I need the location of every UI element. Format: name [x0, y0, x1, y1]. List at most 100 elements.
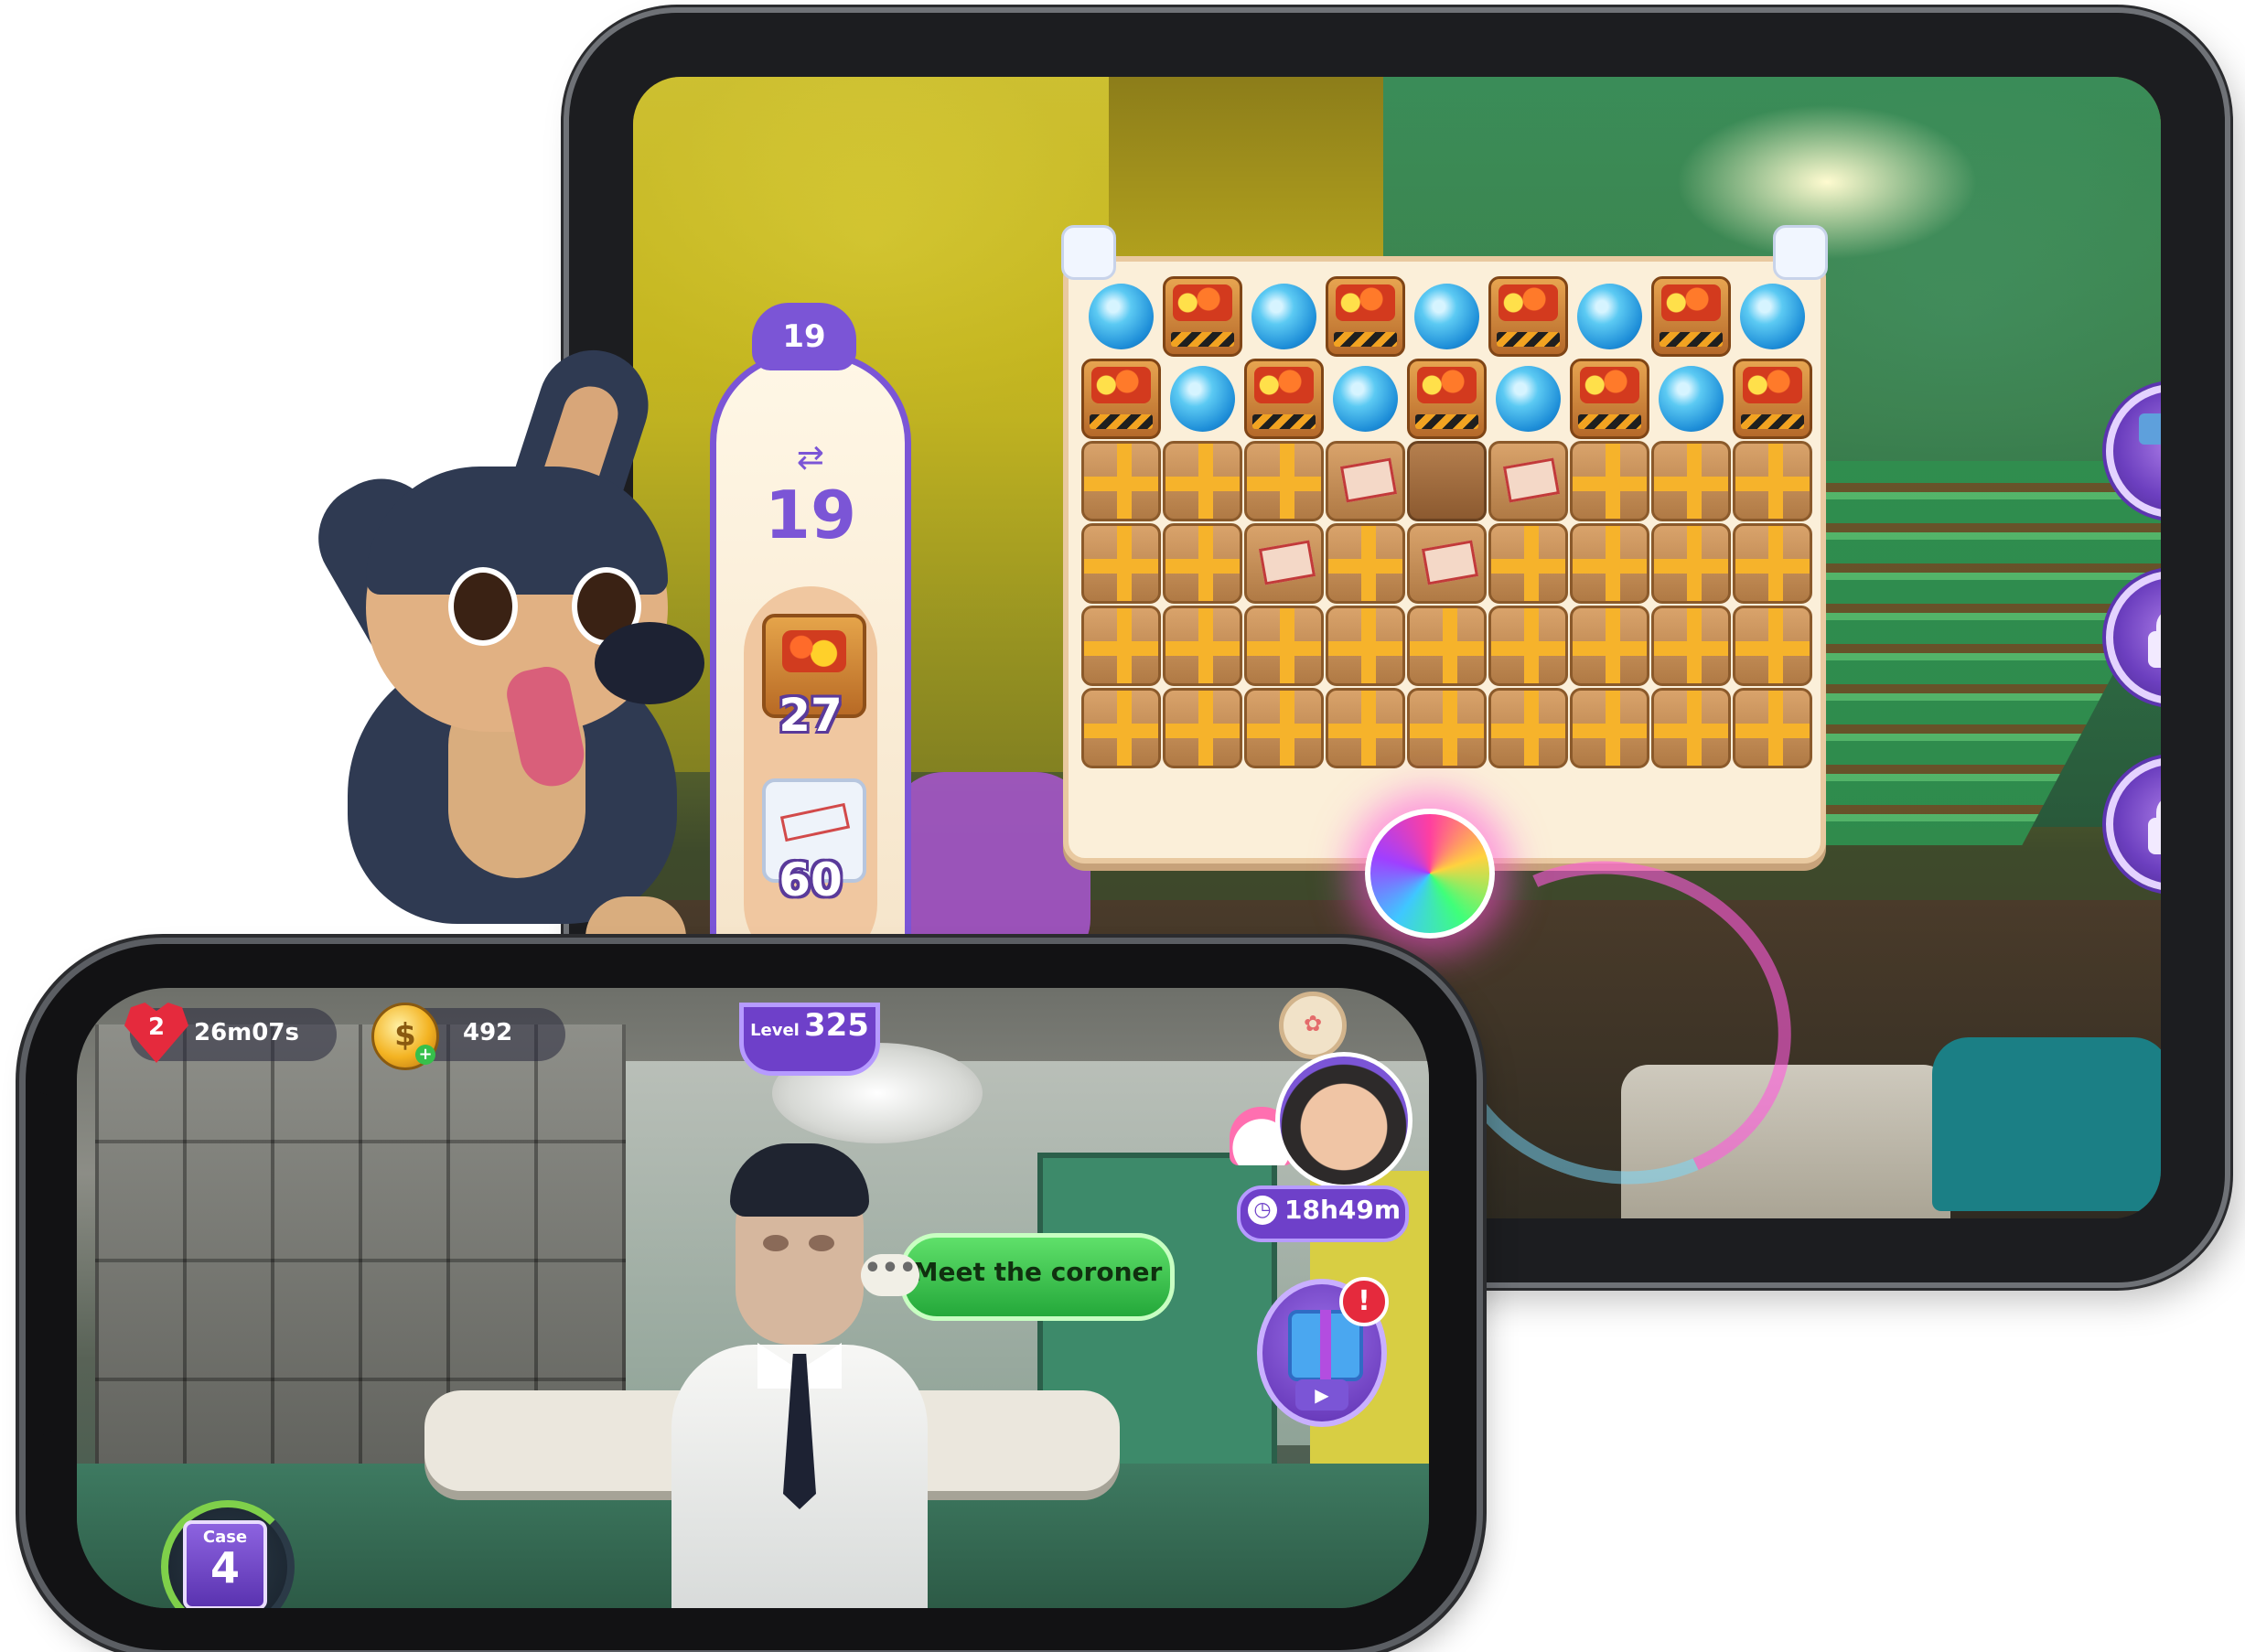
balloon-tile[interactable]: [1333, 366, 1398, 432]
taped-box-tile[interactable]: [1163, 441, 1242, 521]
taped-box-tile[interactable]: [1081, 688, 1161, 768]
firework-crate-tile[interactable]: [1163, 276, 1242, 357]
balloon-tile[interactable]: [1170, 366, 1235, 432]
phone-notch: [26, 1090, 77, 1438]
coroner-hair: [730, 1143, 869, 1217]
balloon-tile[interactable]: [1089, 284, 1154, 349]
case-file-icon: [1773, 225, 1828, 280]
taped-box-tile[interactable]: [1244, 606, 1324, 686]
taped-box-tile[interactable]: [1163, 523, 1242, 604]
lives-count: 2: [147, 1014, 166, 1041]
taped-box-tile[interactable]: [1733, 688, 1812, 768]
event-timer-text: 18h49m: [1284, 1195, 1402, 1225]
balloon-tile[interactable]: [1251, 284, 1316, 349]
plus-icon[interactable]: +: [415, 1045, 435, 1065]
dog-mascot: [298, 336, 732, 988]
firework-crate-tile[interactable]: [1407, 359, 1487, 439]
taped-box-tile[interactable]: [1244, 688, 1324, 768]
match3-board: [1061, 225, 1828, 864]
taped-box-tile[interactable]: [1244, 441, 1324, 521]
balloon-tile[interactable]: [1414, 284, 1479, 349]
lock-icon: [2148, 609, 2161, 668]
dialogue-text: Meet the coroner: [912, 1257, 1163, 1287]
case-file-icon: [1061, 225, 1116, 280]
lives-timer: 26m07s: [194, 1019, 299, 1046]
case-file-box-tile[interactable]: [1488, 441, 1568, 521]
taped-box-tile[interactable]: [1081, 441, 1161, 521]
dog-snout: [595, 622, 704, 704]
taped-box-tile[interactable]: [1326, 523, 1405, 604]
taped-box-tile[interactable]: [1570, 606, 1649, 686]
background-chair: [889, 772, 1090, 973]
balloon-tile[interactable]: [1496, 366, 1561, 432]
case-file-box-tile[interactable]: [1326, 441, 1405, 521]
taped-box-tile[interactable]: [1570, 441, 1649, 521]
taped-box-tile[interactable]: [1733, 441, 1812, 521]
taped-box-tile[interactable]: [1407, 688, 1487, 768]
swap-arrows-icon: ⇄: [796, 439, 825, 477]
taped-box-tile[interactable]: [1651, 688, 1731, 768]
taped-box-tile[interactable]: [1651, 441, 1731, 521]
typing-dots-icon: •••: [861, 1254, 919, 1296]
firework-crate-tile[interactable]: [1651, 276, 1731, 357]
hammer-icon: [2139, 413, 2161, 488]
taped-box-tile[interactable]: [1570, 523, 1649, 604]
firework-crate-tile[interactable]: [1244, 359, 1324, 439]
coroner-eye: [763, 1235, 789, 1251]
taped-box-tile[interactable]: [1081, 606, 1161, 686]
lock-icon: [2148, 796, 2161, 854]
balloon-tile[interactable]: [1577, 284, 1642, 349]
taped-box-tile[interactable]: [1488, 606, 1568, 686]
goals-list: 27 60: [744, 586, 877, 971]
event-timer: ◷ 18h49m: [1237, 1185, 1409, 1242]
taped-box-tile[interactable]: [1163, 606, 1242, 686]
coroner-eye: [809, 1235, 834, 1251]
goal-panel: 19 ⇄ 19 27 60: [710, 303, 911, 1004]
firework-crate-tile[interactable]: [1488, 276, 1568, 357]
taped-box-tile[interactable]: [1163, 688, 1242, 768]
firework-crate-tile[interactable]: [1733, 359, 1812, 439]
rainbow-ball-icon[interactable]: [1365, 809, 1495, 939]
taped-box-tile[interactable]: [1651, 606, 1731, 686]
firework-crate-tile[interactable]: [1081, 359, 1161, 439]
gift-video-button[interactable]: ▶ !: [1257, 1277, 1389, 1427]
clock-icon: ◷: [1248, 1196, 1277, 1225]
balloon-tile[interactable]: [1740, 284, 1805, 349]
coins-display[interactable]: $ + 492: [371, 1003, 565, 1070]
firework-crate-tile[interactable]: [1326, 276, 1405, 357]
decoration-icon[interactable]: ✿: [1279, 992, 1347, 1059]
taped-box-tile[interactable]: [1733, 523, 1812, 604]
taped-box-tile[interactable]: [1407, 606, 1487, 686]
story-game-screen: 2 26m07s $ + 492 Level 325 ✿ ••• Meet th…: [77, 988, 1429, 1608]
level-number: 325: [803, 1007, 869, 1044]
level-button[interactable]: Level 325: [739, 1003, 880, 1076]
level-badge: 19: [752, 303, 856, 370]
level-label: Level: [750, 1021, 800, 1040]
lives-display[interactable]: 2 26m07s: [124, 1003, 337, 1063]
event-character-avatar[interactable]: [1275, 1052, 1413, 1189]
background-sofa: [1932, 1037, 2161, 1211]
case-book-icon: Case 4: [183, 1520, 267, 1608]
taped-box-tile[interactable]: [1081, 523, 1161, 604]
firework-crate-tile[interactable]: [1570, 359, 1649, 439]
taped-box-tile[interactable]: [1488, 523, 1568, 604]
alert-badge-icon: !: [1339, 1277, 1389, 1326]
goal-count: 27: [779, 689, 843, 742]
case-file-box-tile[interactable]: [1244, 523, 1324, 604]
balloon-tile[interactable]: [1659, 366, 1724, 432]
empty-box-tile[interactable]: [1407, 441, 1487, 521]
case-file-box-tile[interactable]: [1407, 523, 1487, 604]
taped-box-tile[interactable]: [1326, 688, 1405, 768]
taped-box-tile[interactable]: [1651, 523, 1731, 604]
taped-box-tile[interactable]: [1488, 688, 1568, 768]
taped-box-tile[interactable]: [1733, 606, 1812, 686]
dialogue-bubble[interactable]: ••• Meet the coroner: [861, 1233, 1175, 1321]
moves-counter: 19: [764, 477, 857, 553]
video-play-icon: ▶: [1295, 1379, 1348, 1411]
coroner-character[interactable]: [662, 1125, 937, 1608]
case-number: 4: [209, 1543, 240, 1593]
taped-box-tile[interactable]: [1326, 606, 1405, 686]
tile-grid: [1081, 276, 1812, 768]
taped-box-tile[interactable]: [1570, 688, 1649, 768]
coins-count: 492: [463, 1019, 513, 1046]
